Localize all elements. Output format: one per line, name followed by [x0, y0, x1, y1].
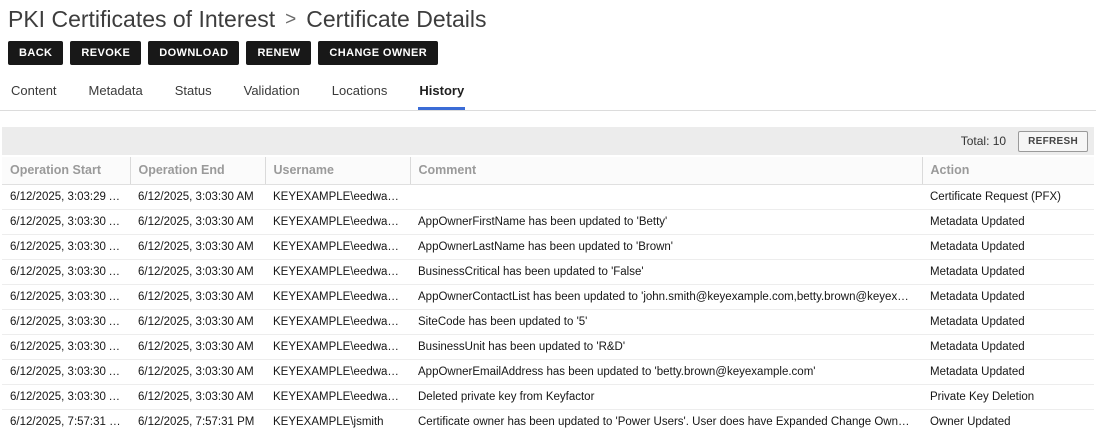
table-row[interactable]: 6/12/2025, 3:03:30 AM 6/12/2025, 3:03:30…	[2, 260, 1094, 285]
renew-button[interactable]: RENEW	[246, 41, 311, 65]
cell-comment: BusinessCritical has been updated to 'Fa…	[410, 260, 922, 285]
tab-status[interactable]: Status	[174, 79, 213, 110]
breadcrumb-root[interactable]: PKI Certificates of Interest	[8, 4, 275, 34]
table-row[interactable]: 6/12/2025, 3:03:30 AM 6/12/2025, 3:03:30…	[2, 285, 1094, 310]
cell-comment	[410, 185, 922, 210]
refresh-button[interactable]: REFRESH	[1018, 131, 1088, 152]
download-button[interactable]: DOWNLOAD	[148, 41, 239, 65]
cell-comment: AppOwnerLastName has been updated to 'Br…	[410, 235, 922, 260]
cell-comment: Certificate owner has been updated to 'P…	[410, 410, 922, 433]
tab-locations[interactable]: Locations	[331, 79, 389, 110]
table-row[interactable]: 6/12/2025, 7:57:31 PM 6/12/2025, 7:57:31…	[2, 410, 1094, 433]
cell-operation-end: 6/12/2025, 3:03:30 AM	[130, 335, 265, 360]
cell-operation-start: 6/12/2025, 3:03:30 AM	[2, 260, 130, 285]
cell-comment: Deleted private key from Keyfactor	[410, 385, 922, 410]
grid-toolbar: Total: 10 REFRESH	[2, 127, 1094, 155]
cell-action: Metadata Updated	[922, 360, 1094, 385]
cell-action: Metadata Updated	[922, 260, 1094, 285]
cell-operation-end: 6/12/2025, 7:57:31 PM	[130, 410, 265, 433]
change-owner-button[interactable]: CHANGE OWNER	[318, 41, 438, 65]
cell-username: KEYEXAMPLE\eedwards	[265, 260, 410, 285]
table-row[interactable]: 6/12/2025, 3:03:30 AM 6/12/2025, 3:03:30…	[2, 310, 1094, 335]
cell-operation-start: 6/12/2025, 3:03:30 AM	[2, 210, 130, 235]
column-header-action[interactable]: Action	[922, 157, 1094, 185]
table-row[interactable]: 6/12/2025, 3:03:30 AM 6/12/2025, 3:03:30…	[2, 360, 1094, 385]
cell-operation-end: 6/12/2025, 3:03:30 AM	[130, 310, 265, 335]
cell-operation-end: 6/12/2025, 3:03:30 AM	[130, 360, 265, 385]
table-header-row: Operation Start Operation End Username C…	[2, 157, 1094, 185]
breadcrumb-separator-icon: >	[285, 5, 296, 35]
column-header-username[interactable]: Username	[265, 157, 410, 185]
cell-operation-start: 6/12/2025, 3:03:30 AM	[2, 360, 130, 385]
action-bar: BACK REVOKE DOWNLOAD RENEW CHANGE OWNER	[0, 34, 1096, 65]
cell-operation-end: 6/12/2025, 3:03:30 AM	[130, 210, 265, 235]
cell-action: Metadata Updated	[922, 285, 1094, 310]
total-count: Total: 10	[961, 134, 1006, 148]
cell-operation-start: 6/12/2025, 3:03:30 AM	[2, 310, 130, 335]
cell-action: Metadata Updated	[922, 335, 1094, 360]
cell-username: KEYEXAMPLE\eedwards	[265, 285, 410, 310]
page-header: PKI Certificates of Interest > Certifica…	[0, 0, 1096, 34]
table-row[interactable]: 6/12/2025, 3:03:30 AM 6/12/2025, 3:03:30…	[2, 385, 1094, 410]
table-row[interactable]: 6/12/2025, 3:03:29 AM 6/12/2025, 3:03:30…	[2, 185, 1094, 210]
cell-comment: AppOwnerEmailAddress has been updated to…	[410, 360, 922, 385]
cell-operation-start: 6/12/2025, 3:03:30 AM	[2, 285, 130, 310]
cell-action: Private Key Deletion	[922, 385, 1094, 410]
cell-operation-start: 6/12/2025, 3:03:30 AM	[2, 235, 130, 260]
column-header-comment[interactable]: Comment	[410, 157, 922, 185]
cell-action: Certificate Request (PFX)	[922, 185, 1094, 210]
cell-comment: SiteCode has been updated to '5'	[410, 310, 922, 335]
revoke-button[interactable]: REVOKE	[70, 41, 141, 65]
table-row[interactable]: 6/12/2025, 3:03:30 AM 6/12/2025, 3:03:30…	[2, 210, 1094, 235]
cell-operation-start: 6/12/2025, 3:03:30 AM	[2, 335, 130, 360]
tab-history[interactable]: History	[418, 79, 465, 110]
cell-username: KEYEXAMPLE\eedwards	[265, 310, 410, 335]
history-grid: Operation Start Operation End Username C…	[2, 157, 1094, 433]
table-row[interactable]: 6/12/2025, 3:03:30 AM 6/12/2025, 3:03:30…	[2, 335, 1094, 360]
cell-username: KEYEXAMPLE\eedwards	[265, 210, 410, 235]
cell-operation-start: 6/12/2025, 3:03:29 AM	[2, 185, 130, 210]
column-header-operation-start[interactable]: Operation Start	[2, 157, 130, 185]
cell-operation-start: 6/12/2025, 7:57:31 PM	[2, 410, 130, 433]
cell-operation-start: 6/12/2025, 3:03:30 AM	[2, 385, 130, 410]
cell-operation-end: 6/12/2025, 3:03:30 AM	[130, 185, 265, 210]
cell-operation-end: 6/12/2025, 3:03:30 AM	[130, 285, 265, 310]
tab-metadata[interactable]: Metadata	[88, 79, 144, 110]
column-header-operation-end[interactable]: Operation End	[130, 157, 265, 185]
cell-username: KEYEXAMPLE\eedwards	[265, 335, 410, 360]
cell-username: KEYEXAMPLE\eedwards	[265, 235, 410, 260]
cell-action: Metadata Updated	[922, 210, 1094, 235]
table-row[interactable]: 6/12/2025, 3:03:30 AM 6/12/2025, 3:03:30…	[2, 235, 1094, 260]
cell-operation-end: 6/12/2025, 3:03:30 AM	[130, 385, 265, 410]
cell-username: KEYEXAMPLE\eedwards	[265, 185, 410, 210]
cell-username: KEYEXAMPLE\eedwards	[265, 360, 410, 385]
cell-action: Metadata Updated	[922, 235, 1094, 260]
cell-username: KEYEXAMPLE\jsmith	[265, 410, 410, 433]
tab-content[interactable]: Content	[10, 79, 58, 110]
cell-username: KEYEXAMPLE\eedwards	[265, 385, 410, 410]
tab-validation[interactable]: Validation	[243, 79, 301, 110]
tab-bar: Content Metadata Status Validation Locat…	[0, 65, 1096, 111]
cell-comment: BusinessUnit has been updated to 'R&D'	[410, 335, 922, 360]
cell-action: Owner Updated	[922, 410, 1094, 433]
cell-operation-end: 6/12/2025, 3:03:30 AM	[130, 235, 265, 260]
cell-action: Metadata Updated	[922, 310, 1094, 335]
cell-comment: AppOwnerContactList has been updated to …	[410, 285, 922, 310]
breadcrumb-current: Certificate Details	[306, 4, 486, 34]
breadcrumb: PKI Certificates of Interest > Certifica…	[8, 4, 1088, 34]
cell-operation-end: 6/12/2025, 3:03:30 AM	[130, 260, 265, 285]
back-button[interactable]: BACK	[8, 41, 63, 65]
cell-comment: AppOwnerFirstName has been updated to 'B…	[410, 210, 922, 235]
